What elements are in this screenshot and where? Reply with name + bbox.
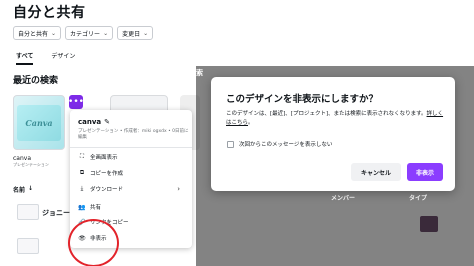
thumbnail-preview: Canva bbox=[17, 104, 61, 141]
tab-bar: すべて デザイン bbox=[16, 51, 75, 65]
page-title: 自分と共有 bbox=[13, 5, 86, 21]
chevron-right-icon: › bbox=[177, 185, 180, 193]
fullscreen-icon: ⛶ bbox=[79, 153, 85, 160]
dont-show-again-label: 次回からこのメッセージを表示しない bbox=[239, 142, 333, 148]
dialog-body: このデザインは、[最近]、[プロジェクト]、または検索に表示されなくなります。詳… bbox=[226, 110, 448, 128]
menu-item-label: 全画面表示 bbox=[90, 155, 118, 161]
menu-item-label: 共有 bbox=[90, 205, 102, 211]
filter-owner-label: 自分と共有 bbox=[18, 30, 49, 38]
menu-item-share[interactable]: 👥 共有 bbox=[78, 202, 101, 212]
dont-show-again-option[interactable]: 次回からこのメッセージを表示しない bbox=[227, 140, 332, 148]
backdrop-text: 索 bbox=[196, 69, 203, 77]
confirm-hide-button[interactable]: 非表示 bbox=[407, 163, 443, 181]
dialog-body-suffix: 。 bbox=[248, 120, 254, 126]
tab-all[interactable]: すべて bbox=[16, 51, 34, 65]
hide-design-dialog: このデザインを非表示にしますか？ このデザインは、[最近]、[プロジェクト]、ま… bbox=[211, 77, 455, 191]
column-name-label: 名前 bbox=[13, 187, 26, 194]
menu-item-label: コピーを作成 bbox=[90, 171, 124, 177]
edit-icon[interactable]: ✎ bbox=[104, 118, 110, 126]
menu-item-label: ダウンロード bbox=[90, 187, 124, 193]
chevron-down-icon: ⌄ bbox=[103, 29, 109, 37]
filter-bar: 自分と共有 ⌄ カテゴリー ⌄ 変更日 ⌄ bbox=[13, 26, 154, 40]
filter-modified-label: 変更日 bbox=[122, 30, 141, 38]
backdrop-thumbnail-2 bbox=[420, 216, 438, 232]
recent-section-title: 最近の検索 bbox=[13, 76, 59, 86]
filter-modified[interactable]: 変更日 ⌄ bbox=[117, 26, 154, 40]
design-name: canva bbox=[13, 155, 32, 162]
menu-item-copy[interactable]: ⧉ コピーを作成 bbox=[78, 168, 123, 178]
list-row-thumbnail[interactable] bbox=[17, 238, 39, 254]
cancel-button[interactable]: キャンセル bbox=[351, 163, 401, 181]
dialog-title: このデザインを非表示にしますか？ bbox=[226, 94, 379, 105]
menu-divider bbox=[70, 147, 192, 148]
chevron-down-icon: ⌄ bbox=[51, 29, 57, 37]
more-options-button[interactable]: ••• bbox=[68, 95, 84, 109]
design-subtitle: プレゼンテーション bbox=[13, 162, 49, 167]
filter-category-label: カテゴリー bbox=[70, 30, 101, 38]
filter-category[interactable]: カテゴリー ⌄ bbox=[65, 26, 114, 40]
menu-item-download[interactable]: ⤓ ダウンロード › bbox=[78, 184, 186, 194]
download-icon: ⤓ bbox=[80, 185, 84, 192]
share-icon: 👥 bbox=[78, 203, 86, 211]
menu-title-label: canva bbox=[78, 118, 102, 126]
menu-design-title: canva ✎ bbox=[78, 118, 110, 126]
list-row-thumbnail[interactable] bbox=[17, 204, 39, 220]
dialog-body-text: このデザインは、[最近]、[プロジェクト]、または検索に表示されなくなります。 bbox=[226, 111, 427, 117]
tab-designs[interactable]: デザイン bbox=[51, 51, 75, 65]
menu-item-fullscreen[interactable]: ⛶ 全画面表示 bbox=[78, 152, 118, 162]
dont-show-again-checkbox[interactable] bbox=[227, 140, 234, 148]
list-header-name[interactable]: 名前 ↓ bbox=[13, 185, 33, 194]
filter-owner[interactable]: 自分と共有 ⌄ bbox=[13, 26, 62, 40]
column-type-label: タイプ bbox=[409, 195, 428, 202]
highlight-circle bbox=[68, 219, 119, 266]
copy-icon: ⧉ bbox=[79, 169, 85, 176]
design-thumbnail[interactable]: Canva bbox=[13, 95, 65, 150]
column-member-label: メンバー bbox=[331, 195, 356, 202]
sort-icon: ↓ bbox=[28, 185, 34, 192]
chevron-down-icon: ⌄ bbox=[143, 29, 149, 37]
menu-design-subtitle: プレゼンテーション • 作成者：miki ogxdx • 0日前に編集 bbox=[78, 129, 189, 140]
